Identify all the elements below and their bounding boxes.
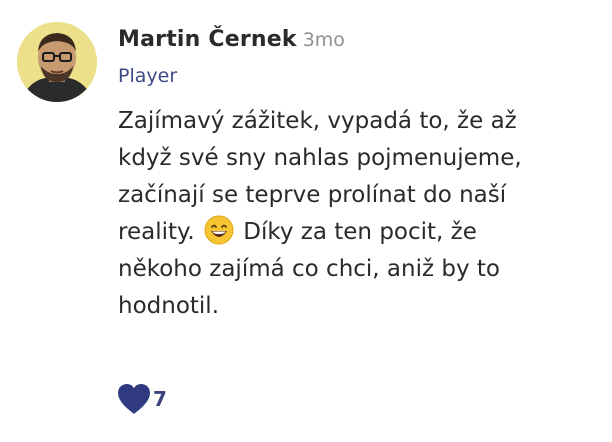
grinning-emoji-icon	[204, 215, 234, 245]
comment-line: když své sny nahlas pojmenujeme,	[118, 145, 522, 171]
like-button[interactable]	[116, 382, 152, 416]
avatar[interactable]	[17, 22, 97, 102]
comment-line-with-emoji: reality. Díky za ten pocit, že	[118, 214, 588, 251]
comment-line: někoho zajímá co chci, aniž by to	[118, 256, 500, 282]
comment-card: Martin Černek 3mo Player Zajímavý zážite…	[0, 0, 612, 442]
avatar-image	[17, 22, 97, 102]
like-count: 7	[153, 387, 167, 411]
comment-line-part: reality.	[118, 219, 195, 245]
comment-line: Zajímavý zážitek, vypadá to, že až	[118, 108, 517, 134]
reactions-bar: 7	[116, 382, 167, 416]
comment-line: hodnotil.	[118, 293, 220, 319]
author-name[interactable]: Martin Černek	[118, 27, 297, 52]
timestamp[interactable]: 3mo	[303, 29, 345, 51]
comment-header: Martin Černek 3mo	[118, 27, 345, 52]
comment-line-part: Díky za ten pocit, že	[243, 219, 477, 245]
comment-body: Zajímavý zážitek, vypadá to, že až když …	[118, 103, 588, 325]
author-role: Player	[118, 65, 178, 87]
heart-icon	[118, 384, 150, 414]
comment-line: začínají se teprve prolínat do naší	[118, 182, 507, 208]
